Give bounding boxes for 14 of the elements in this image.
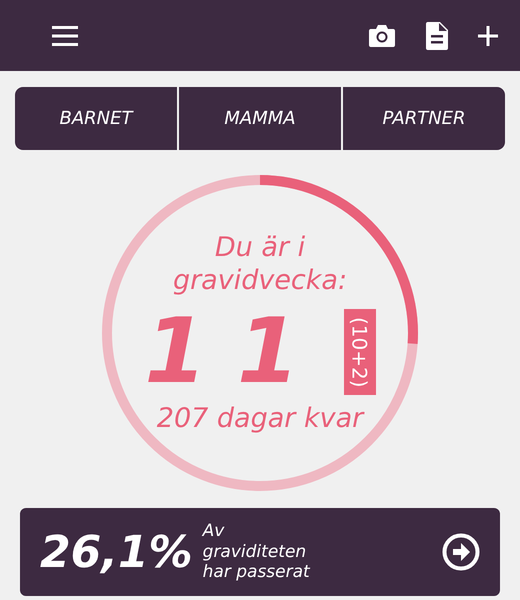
week-day-label: (10+2) (344, 308, 376, 396)
percent-caption: Av graviditeten har passerat (202, 521, 312, 583)
week-heading: Du är i gravidvecka: (172, 232, 348, 297)
tab[interactable]: MAMMA (179, 87, 341, 150)
document-icon[interactable] (426, 22, 448, 50)
tab[interactable]: BARNET (15, 87, 177, 150)
camera-icon[interactable] (368, 24, 396, 48)
days-remaining: 207 dagar kvar (156, 402, 364, 434)
percent-value: 26,1% (40, 526, 193, 578)
week-number: 11 (144, 306, 330, 397)
tab[interactable]: PARTNER (343, 87, 505, 150)
arrow-right-icon[interactable] (442, 533, 480, 571)
menu-icon[interactable] (52, 24, 78, 46)
add-icon[interactable] (478, 26, 498, 46)
